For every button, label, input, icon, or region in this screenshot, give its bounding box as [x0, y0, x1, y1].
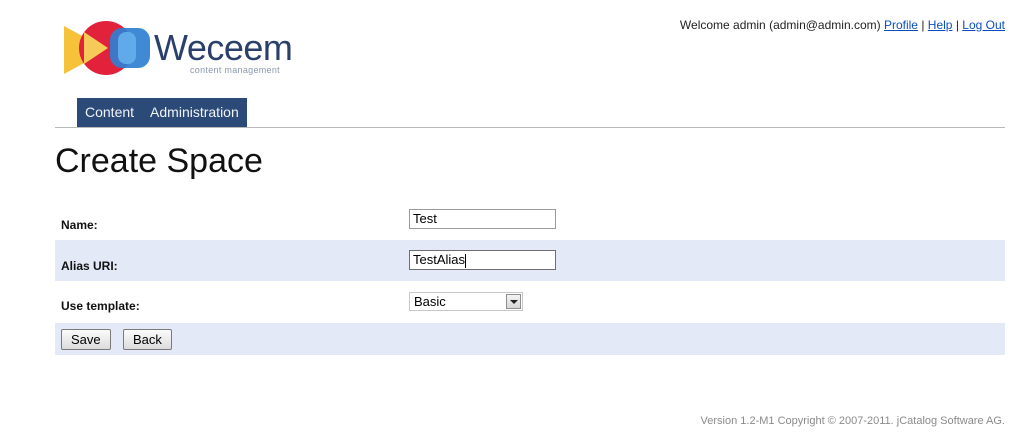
save-button[interactable]: Save — [61, 329, 111, 350]
alias-uri-input-value: TestAlias — [413, 252, 466, 267]
template-select-value: Basic — [414, 294, 446, 309]
logo-name: Weceem — [154, 27, 293, 68]
separator: | — [955, 18, 959, 32]
header-divider — [55, 127, 1005, 128]
logo-tagline: content management — [190, 65, 280, 75]
form-row-template: Use template: Basic — [55, 281, 1005, 323]
weceem-logo-icon — [64, 21, 150, 75]
footer-copyright: Version 1.2-M1 Copyright © 2007-2011. jC… — [700, 415, 1005, 427]
template-select[interactable]: Basic — [409, 292, 523, 311]
page-title: Create Space — [55, 142, 263, 180]
alias-uri-input[interactable]: TestAlias — [409, 250, 556, 270]
back-button[interactable]: Back — [123, 329, 172, 350]
form-row-alias: Alias URI: TestAlias — [55, 240, 1005, 281]
form-row-name: Name: Test — [55, 199, 1005, 239]
text-caret — [465, 253, 467, 268]
name-label: Name: — [61, 218, 98, 232]
name-input[interactable]: Test — [409, 209, 556, 229]
weceem-logo[interactable]: Weceem content management — [64, 18, 304, 78]
form-actions: Save Back — [55, 323, 1005, 355]
alias-uri-label: Alias URI: — [61, 259, 118, 273]
name-input-value: Test — [413, 211, 437, 226]
user-bar: Welcome admin (admin@admin.com) Profile … — [680, 18, 1005, 32]
separator: | — [921, 18, 925, 32]
main-nav: Content Administration — [77, 98, 247, 127]
help-link[interactable]: Help — [928, 18, 953, 32]
chevron-down-icon[interactable] — [506, 294, 521, 309]
nav-item-administration[interactable]: Administration — [142, 98, 247, 127]
logout-link[interactable]: Log Out — [962, 18, 1005, 32]
use-template-label: Use template: — [61, 299, 140, 313]
welcome-text: Welcome admin (admin@admin.com) — [679, 18, 881, 32]
profile-link[interactable]: Profile — [884, 18, 918, 32]
nav-item-content[interactable]: Content — [77, 98, 142, 127]
